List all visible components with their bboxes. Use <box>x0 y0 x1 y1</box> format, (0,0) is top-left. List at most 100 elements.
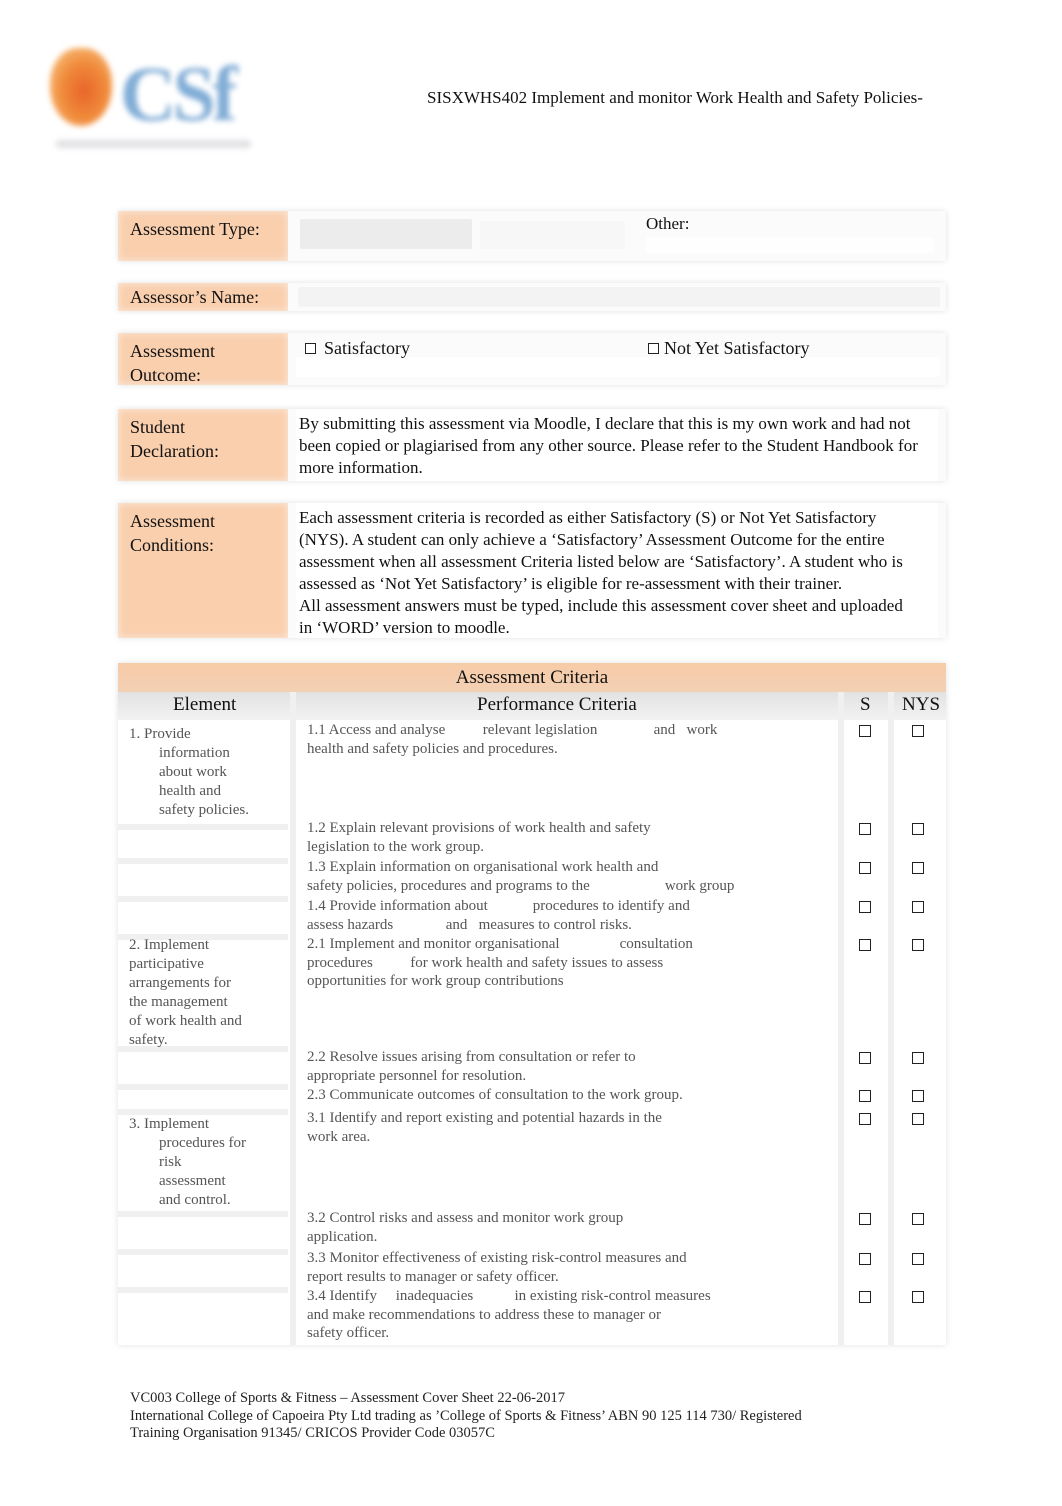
assessment-criteria-table: Assessment Criteria Element Performance … <box>118 663 946 1345</box>
nys-checkbox[interactable] <box>912 1291 924 1303</box>
student-declaration-text: By submitting this assessment via Moodle… <box>299 414 918 477</box>
assessment-outcome-label: Assessment Outcome: <box>118 333 288 385</box>
performance-criterion: 2.3 Communicate outcomes of consultation… <box>307 1087 683 1103</box>
logo-emblem-icon <box>50 48 112 126</box>
nys-checkbox[interactable] <box>912 1090 924 1102</box>
element-1-line: health and <box>159 783 222 799</box>
nys-checkbox[interactable] <box>912 1253 924 1265</box>
declaration-label-line1: Student <box>130 417 186 437</box>
footer-line-1: VC003 College of Sports & Fitness – Asse… <box>130 1390 565 1406</box>
assessment-conditions-value: Each assessment criteria is recorded as … <box>296 503 938 638</box>
nys-checkbox[interactable] <box>912 1113 924 1125</box>
nys-checkbox[interactable] <box>912 1052 924 1064</box>
s-checkbox[interactable] <box>859 1213 871 1225</box>
element-3-line: risk <box>159 1154 182 1170</box>
nys-checkbox[interactable] <box>912 725 924 737</box>
outcome-label-line2: Outcome: <box>130 365 201 385</box>
s-checkbox[interactable] <box>859 939 871 951</box>
outcome-field-bg <box>296 357 940 377</box>
assessor-name-field[interactable] <box>298 287 940 307</box>
assessment-conditions-row: Assessment Conditions: Each assessment c… <box>118 503 946 638</box>
column-divider <box>290 692 296 1345</box>
nys-checkbox[interactable] <box>912 862 924 874</box>
other-label: Other: <box>646 214 690 233</box>
element-1-line: information <box>159 745 230 761</box>
not-yet-satisfactory-checkbox[interactable] <box>648 343 659 354</box>
assessor-name-label: Assessor’s Name: <box>118 283 288 311</box>
satisfactory-checkbox[interactable] <box>305 343 316 354</box>
row-divider <box>118 1084 288 1090</box>
s-checkbox[interactable] <box>859 1253 871 1265</box>
assessment-type-field-2[interactable] <box>480 221 625 249</box>
element-3-line: assessment <box>159 1173 226 1189</box>
column-s: S <box>860 694 871 715</box>
college-logo: CSf <box>42 40 257 160</box>
performance-criterion: 2.1 Implement and monitor organisational… <box>307 936 693 989</box>
criteria-title: Assessment Criteria <box>118 663 946 692</box>
performance-criterion: 3.3 Monitor effectiveness of existing ri… <box>307 1250 687 1285</box>
declaration-label-line2: Declaration: <box>130 441 219 461</box>
assessment-type-field[interactable] <box>300 219 472 249</box>
other-field[interactable] <box>646 237 934 253</box>
assessment-conditions-label: Assessment Conditions: <box>118 503 288 638</box>
element-3-title: 3. Implement <box>129 1116 209 1132</box>
performance-criterion: 3.4 Identify inadequacies in existing ri… <box>307 1288 711 1341</box>
performance-criterion: 1.1 Access and analyse relevant legislat… <box>307 722 718 757</box>
s-checkbox[interactable] <box>859 823 871 835</box>
element-2-line: safety. <box>129 1032 168 1048</box>
s-checkbox[interactable] <box>859 901 871 913</box>
element-1: 1. Provide information about work health… <box>129 725 249 820</box>
satisfactory-label: Satisfactory <box>324 338 410 358</box>
element-3-line: procedures for <box>159 1135 247 1151</box>
assessor-name-row: Assessor’s Name: <box>118 283 946 311</box>
element-1-line: about work <box>159 764 227 780</box>
conditions-label-line1: Assessment <box>130 511 215 531</box>
column-divider <box>838 692 844 1345</box>
conditions-label-line2: Conditions: <box>130 535 215 555</box>
column-divider <box>888 692 894 1345</box>
performance-criterion: 1.3 Explain information on organisationa… <box>307 859 735 894</box>
logo-text: CSf <box>120 50 238 137</box>
footer-line-2: International College of Capoeira Pty Lt… <box>130 1407 802 1424</box>
not-yet-satisfactory-label: Not Yet Satisfactory <box>664 338 810 358</box>
performance-criterion: 1.2 Explain relevant provisions of work … <box>307 820 651 855</box>
column-performance-criteria: Performance Criteria <box>477 694 637 715</box>
student-declaration-value: By submitting this assessment via Moodle… <box>296 409 938 481</box>
s-checkbox[interactable] <box>859 725 871 737</box>
satisfactory-option[interactable]: Satisfactory <box>305 338 410 359</box>
element-2-title: 2. Implement <box>129 937 209 953</box>
performance-criterion: 3.2 Control risks and assess and monitor… <box>307 1210 624 1245</box>
logo-tagline <box>56 140 251 148</box>
outcome-label-line1: Assessment <box>130 341 215 361</box>
row-divider <box>118 1211 288 1217</box>
performance-criterion: 1.4 Provide information about procedures… <box>307 898 690 933</box>
row-divider <box>118 1249 288 1255</box>
s-checkbox[interactable] <box>859 1090 871 1102</box>
nys-checkbox[interactable] <box>912 939 924 951</box>
criteria-header-row: Element Performance Criteria S NYS <box>118 692 946 720</box>
not-yet-satisfactory-option[interactable]: Not Yet Satisfactory <box>648 338 810 359</box>
s-checkbox[interactable] <box>859 1052 871 1064</box>
element-2-line: participative <box>129 956 204 972</box>
row-divider <box>118 858 288 864</box>
nys-checkbox[interactable] <box>912 823 924 835</box>
element-3: 3. Implement procedures for risk assessm… <box>129 1115 246 1210</box>
nys-checkbox[interactable] <box>912 1213 924 1225</box>
conditions-paragraph-1: Each assessment criteria is recorded as … <box>299 508 903 593</box>
student-declaration-label: Student Declaration: <box>118 409 288 481</box>
conditions-paragraph-2: All assessment answers must be typed, in… <box>299 596 903 637</box>
column-element: Element <box>173 694 237 715</box>
element-2: 2. Implement participative arrangements … <box>129 936 242 1050</box>
s-checkbox[interactable] <box>859 1291 871 1303</box>
nys-checkbox[interactable] <box>912 901 924 913</box>
column-nys: NYS <box>902 694 941 715</box>
row-divider <box>118 1287 288 1293</box>
footer-line-3: Training Organisation 91345/ CRICOS Prov… <box>130 1425 495 1441</box>
element-3-line: and control. <box>159 1192 231 1208</box>
s-checkbox[interactable] <box>859 862 871 874</box>
element-2-line: of work health and <box>129 1013 242 1029</box>
element-2-line: arrangements for <box>129 975 232 991</box>
performance-criterion: 3.1 Identify and report existing and pot… <box>307 1110 662 1145</box>
s-checkbox[interactable] <box>859 1113 871 1125</box>
assessment-type-label: Assessment Type: <box>118 211 288 261</box>
